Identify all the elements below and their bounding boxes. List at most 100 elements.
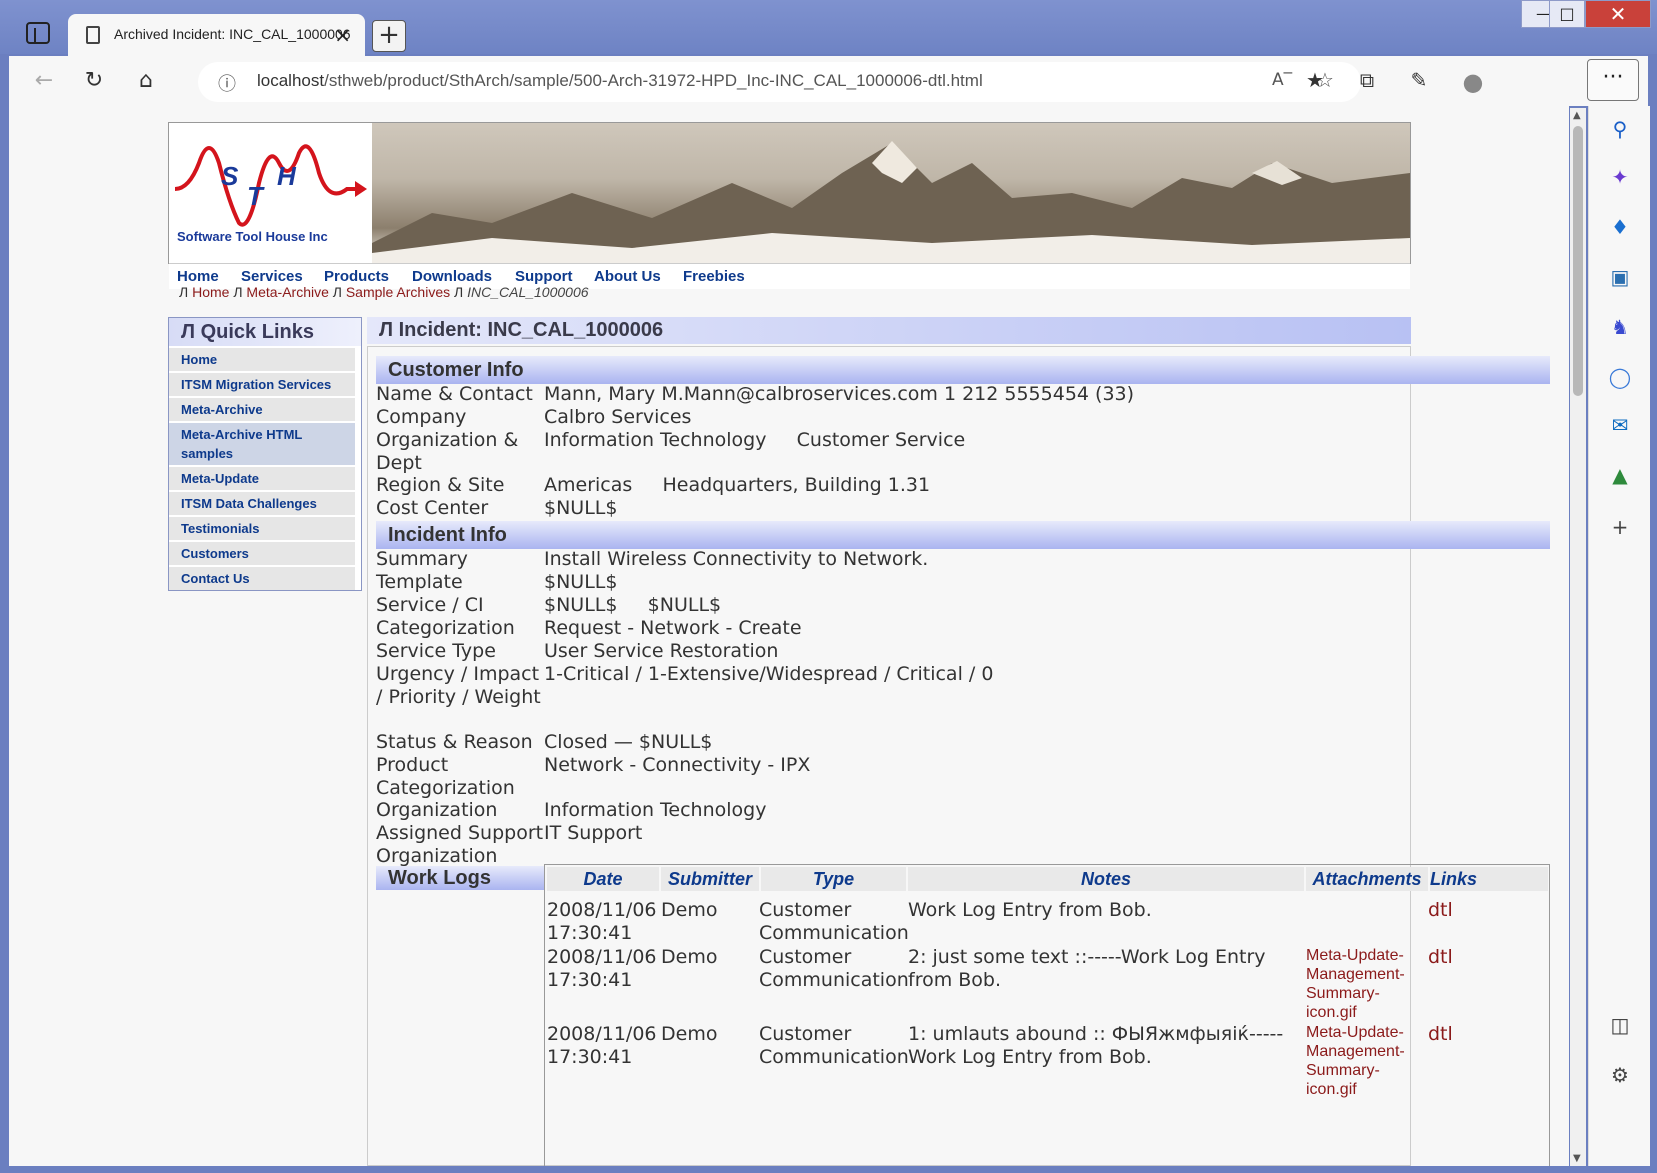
sth-logo[interactable]: S T H Software Tool House Inc (169, 123, 372, 263)
scroll-down-arrow-icon[interactable]: ▼ (1573, 1153, 1581, 1164)
quick-link-customers[interactable]: Customers (169, 542, 355, 565)
mountain-silhouette (372, 141, 1410, 263)
site-info-icon[interactable]: ⓘ (218, 70, 236, 96)
field-label: Urgency / Impact / Priority / Weight (376, 663, 541, 708)
cell-notes: 1: umlauts abound :: ФЫЯжмфыяiќ----- Work… (908, 1023, 1284, 1068)
nav-freebies[interactable]: Freebies (683, 268, 745, 285)
quick-link-itsm-migration[interactable]: ITSM Migration Services (169, 373, 355, 396)
breadcrumb-sep: Л (233, 284, 243, 300)
row-dtl-link[interactable]: dtl (1428, 899, 1453, 922)
tools-icon[interactable]: ▣ (1607, 264, 1633, 290)
breadcrumb-sep: Л (179, 284, 189, 300)
svg-text:S: S (221, 161, 239, 191)
field-label: Summary (376, 548, 468, 570)
col-type: Type (761, 867, 906, 891)
field-value: $NULL$ (544, 497, 618, 519)
field-value: User Service Restoration (544, 640, 779, 662)
incident-title: Л Incident: INC_CAL_1000006 (367, 317, 1411, 344)
field-label: Categorization (376, 617, 515, 639)
maximize-button[interactable]: □ (1549, 0, 1585, 28)
breadcrumb-current: INC_CAL_1000006 (467, 284, 589, 300)
address-bar[interactable]: ⓘ localhost/sthweb/product/SthArch/sampl… (198, 62, 1361, 102)
split-screen-icon[interactable]: ◫ (1607, 1012, 1633, 1038)
url-text[interactable]: localhost/sthweb/product/SthArch/sample/… (257, 71, 983, 91)
search-icon[interactable]: ⚲ (1607, 116, 1633, 142)
nav-services[interactable]: Services (241, 268, 303, 285)
favorites-icon[interactable]: ★ (1301, 68, 1329, 92)
collections-icon[interactable]: ⧉ (1353, 68, 1381, 92)
refresh-icon[interactable]: ↻ (81, 68, 107, 94)
field-value: Information Technology (544, 799, 767, 821)
games-icon[interactable]: ♞ (1607, 314, 1633, 340)
quick-link-meta-archive[interactable]: Meta-Archive (169, 398, 355, 421)
tab-actions-icon[interactable] (26, 22, 50, 44)
cell-submitter: Demo (661, 946, 718, 968)
cell-date: 2008/11/06 17:30:41 (547, 899, 657, 944)
quick-link-meta-update[interactable]: Meta-Update (169, 467, 355, 490)
close-tab-icon[interactable]: × (334, 23, 351, 47)
cell-date: 2008/11/06 17:30:41 (547, 946, 657, 991)
field-label: Service / CI (376, 594, 484, 616)
field-value: Network - Connectivity - IPX (544, 754, 811, 776)
page-viewport: S T H Software Tool House Inc Home Servi… (9, 106, 1569, 1166)
breadcrumb-sep: Л (332, 284, 342, 300)
copilot-icon[interactable]: ✦ (1607, 164, 1633, 190)
scroll-up-arrow-icon[interactable]: ▲ (1573, 110, 1581, 121)
field-label: Region & Site (376, 474, 505, 496)
new-tab-button[interactable]: + (372, 20, 406, 52)
quick-link-meta-archive-html-samples[interactable]: Meta-Archive HTML samples (169, 423, 355, 465)
shopping-tag-icon[interactable]: ♦ (1607, 214, 1633, 240)
tree-icon[interactable]: ▲ (1607, 462, 1633, 488)
field-label: Organization (376, 799, 498, 821)
nav-support[interactable]: Support (515, 268, 573, 285)
office-icon[interactable]: ◯ (1607, 364, 1633, 390)
svg-text:T: T (247, 181, 265, 211)
logo-text: Software Tool House Inc (177, 229, 328, 244)
address-toolbar: ← ↻ ⌂ ⓘ localhost/sthweb/product/SthArch… (9, 56, 1648, 106)
field-label: Service Type (376, 640, 496, 662)
vertical-scrollbar[interactable]: ▲ ▼ (1570, 108, 1586, 1166)
attachment-link[interactable]: Meta-Update-Management-Summary-icon.gif (1306, 1023, 1424, 1099)
row-dtl-link[interactable]: dtl (1428, 946, 1453, 969)
breadcrumb-sep: Л (454, 284, 464, 300)
nav-downloads[interactable]: Downloads (412, 268, 492, 285)
field-value: Closed — $NULL$ (544, 731, 713, 753)
extensions-icon[interactable]: ✎ (1405, 68, 1433, 92)
breadcrumb-home[interactable]: Home (192, 284, 229, 300)
row-dtl-link[interactable]: dtl (1428, 1023, 1453, 1046)
col-notes: Notes (908, 867, 1304, 891)
field-value: Information Technology Customer Service (544, 429, 966, 451)
quick-link-home[interactable]: Home (169, 348, 355, 371)
read-aloud-icon[interactable]: A‾ (1272, 70, 1292, 90)
field-label: Company (376, 406, 467, 428)
home-icon[interactable]: ⌂ (133, 68, 159, 94)
quick-link-itsm-data-challenges[interactable]: ITSM Data Challenges (169, 492, 355, 515)
field-label: Cost Center (376, 497, 489, 519)
col-submitter: Submitter (661, 867, 759, 891)
field-value: IT Support (544, 822, 643, 844)
field-label: Status & Reason (376, 731, 533, 753)
profile-avatar-icon[interactable]: ● (1459, 68, 1487, 96)
settings-gear-icon[interactable]: ⚙ (1607, 1062, 1633, 1088)
nav-products[interactable]: Products (324, 268, 389, 285)
quick-link-contact-us[interactable]: Contact Us (169, 567, 355, 590)
outlook-icon[interactable]: ✉ (1607, 412, 1633, 438)
browser-window: Archived Incident: INC_CAL_1000006 × + —… (0, 0, 1657, 1173)
breadcrumb-sample-archives[interactable]: Sample Archives (346, 284, 450, 300)
active-tab[interactable]: Archived Incident: INC_CAL_1000006 × (68, 14, 365, 56)
customer-info-heading: Customer Info (376, 356, 1550, 384)
add-icon[interactable]: + (1607, 514, 1633, 540)
scrollbar-thumb[interactable] (1573, 126, 1583, 396)
breadcrumb-meta-archive[interactable]: Meta-Archive (246, 284, 328, 300)
edge-sidebar: ⚲ ✦ ♦ ▣ ♞ ◯ ✉ ▲ + ◫ ⚙ (1588, 106, 1650, 1166)
nav-about-us[interactable]: About Us (594, 268, 661, 285)
quick-link-testimonials[interactable]: Testimonials (169, 517, 355, 540)
col-date: Date (547, 867, 659, 891)
close-window-button[interactable]: ✕ (1585, 0, 1651, 28)
breadcrumb: Л Home Л Meta-Archive Л Sample Archives … (179, 284, 589, 300)
title-bar: Archived Incident: INC_CAL_1000006 × + —… (0, 0, 1657, 56)
settings-menu-button[interactable]: ··· (1587, 59, 1639, 101)
nav-home[interactable]: Home (177, 268, 219, 285)
back-icon[interactable]: ← (31, 68, 57, 94)
attachment-link[interactable]: Meta-Update-Management-Summary-icon.gif (1306, 946, 1424, 1022)
